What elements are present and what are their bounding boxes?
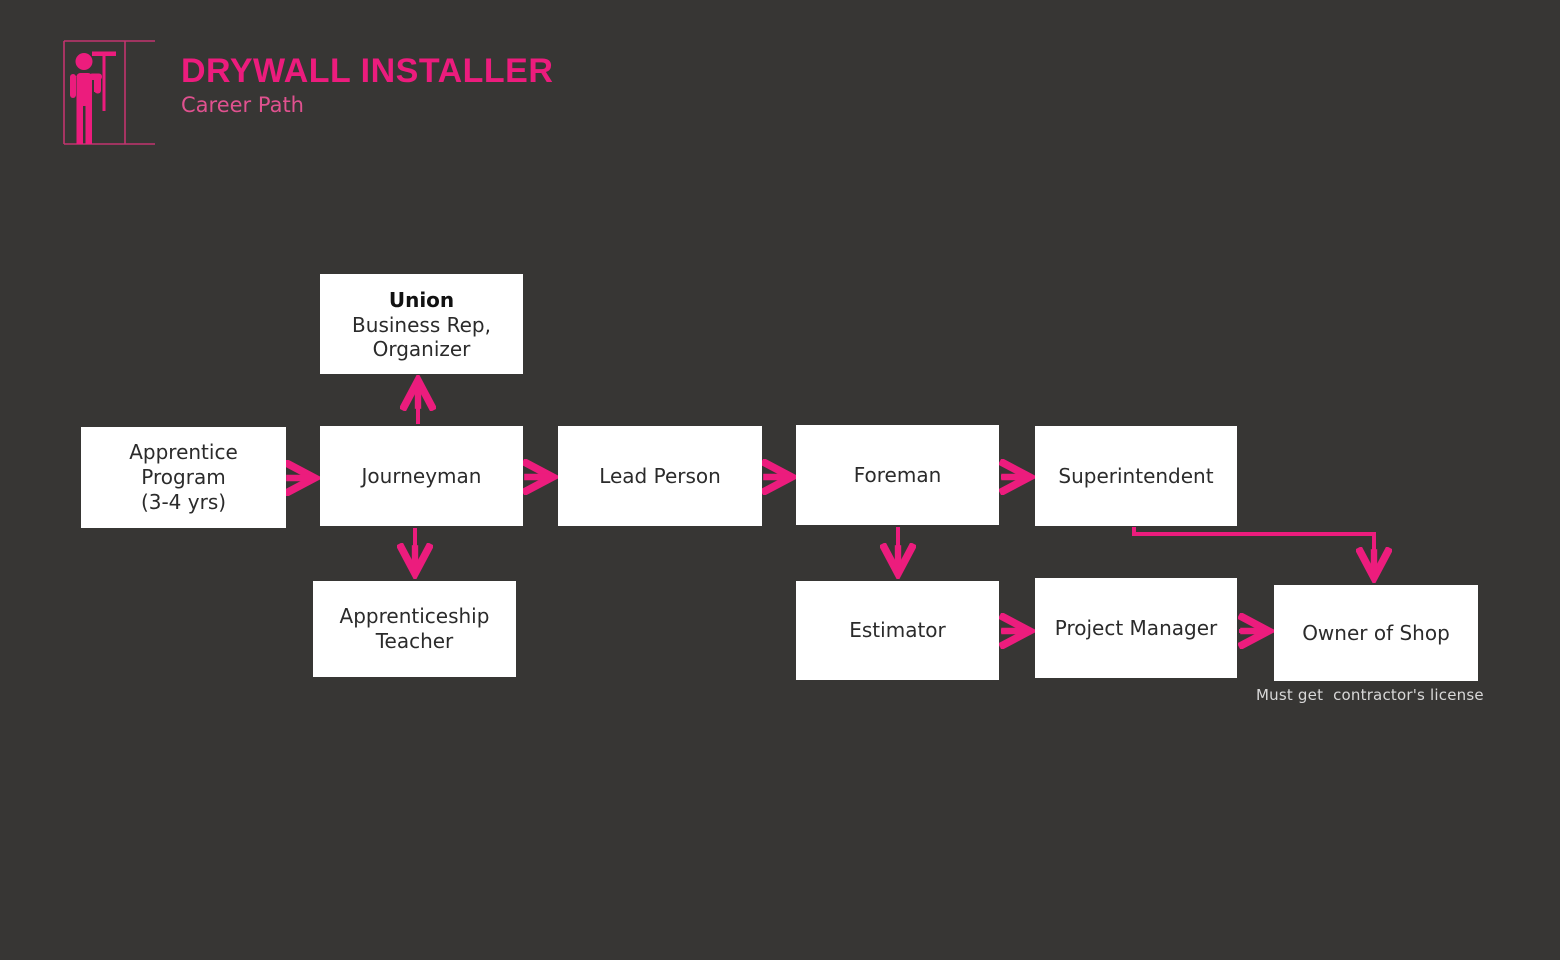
node-apprentice-program[interactable]: Apprentice Program (3-4 yrs): [81, 427, 286, 528]
node-label-lead-person: Lead Person: [599, 463, 721, 488]
node-label-owner-of-shop: Owner of Shop: [1302, 620, 1450, 645]
node-subtitle-union: Business Rep, Organizer: [352, 313, 491, 361]
node-label-apprentice-program: Apprentice Program (3-4 yrs): [129, 440, 238, 514]
node-label-foreman: Foreman: [853, 462, 942, 487]
page-subtitle: Career Path: [181, 93, 304, 117]
node-owner-of-shop[interactable]: Owner of Shop: [1274, 585, 1478, 681]
node-label-project-manager: Project Manager: [1054, 615, 1218, 640]
node-label-estimator: Estimator: [849, 618, 946, 642]
node-superintendent[interactable]: Superintendent: [1035, 426, 1237, 526]
page-title: DRYWALL INSTALLER: [181, 52, 554, 90]
node-label-journeyman: Journeyman: [361, 463, 482, 488]
career-path-diagram-page: DRYWALL INSTALLER Career Path Apprentice…: [0, 0, 1560, 960]
header: DRYWALL INSTALLER Career Path: [0, 0, 1560, 180]
node-label-apprenticeship-teacher: Apprenticeship Teacher: [339, 604, 490, 653]
node-journeyman[interactable]: Journeyman: [320, 426, 523, 526]
drywall-installer-figure-icon: [63, 40, 155, 145]
title-block: DRYWALL INSTALLER Career Path: [181, 52, 553, 118]
node-foreman[interactable]: Foreman: [796, 425, 999, 525]
node-apprenticeship-teacher[interactable]: Apprenticeship Teacher: [313, 581, 516, 677]
node-estimator[interactable]: Estimator: [796, 581, 999, 680]
edge-superintendent-to-owner-of-shop: [1132, 527, 1374, 576]
logo-frame-svg: [63, 40, 155, 145]
node-title-union: Union: [388, 288, 455, 312]
contractor-license-note: Must get contractor's license: [1256, 686, 1484, 704]
node-lead-person[interactable]: Lead Person: [558, 426, 762, 526]
node-project-manager[interactable]: Project Manager: [1035, 578, 1237, 678]
node-label-superintendent: Superintendent: [1058, 463, 1214, 488]
node-union[interactable]: Union Business Rep, Organizer: [320, 274, 523, 374]
